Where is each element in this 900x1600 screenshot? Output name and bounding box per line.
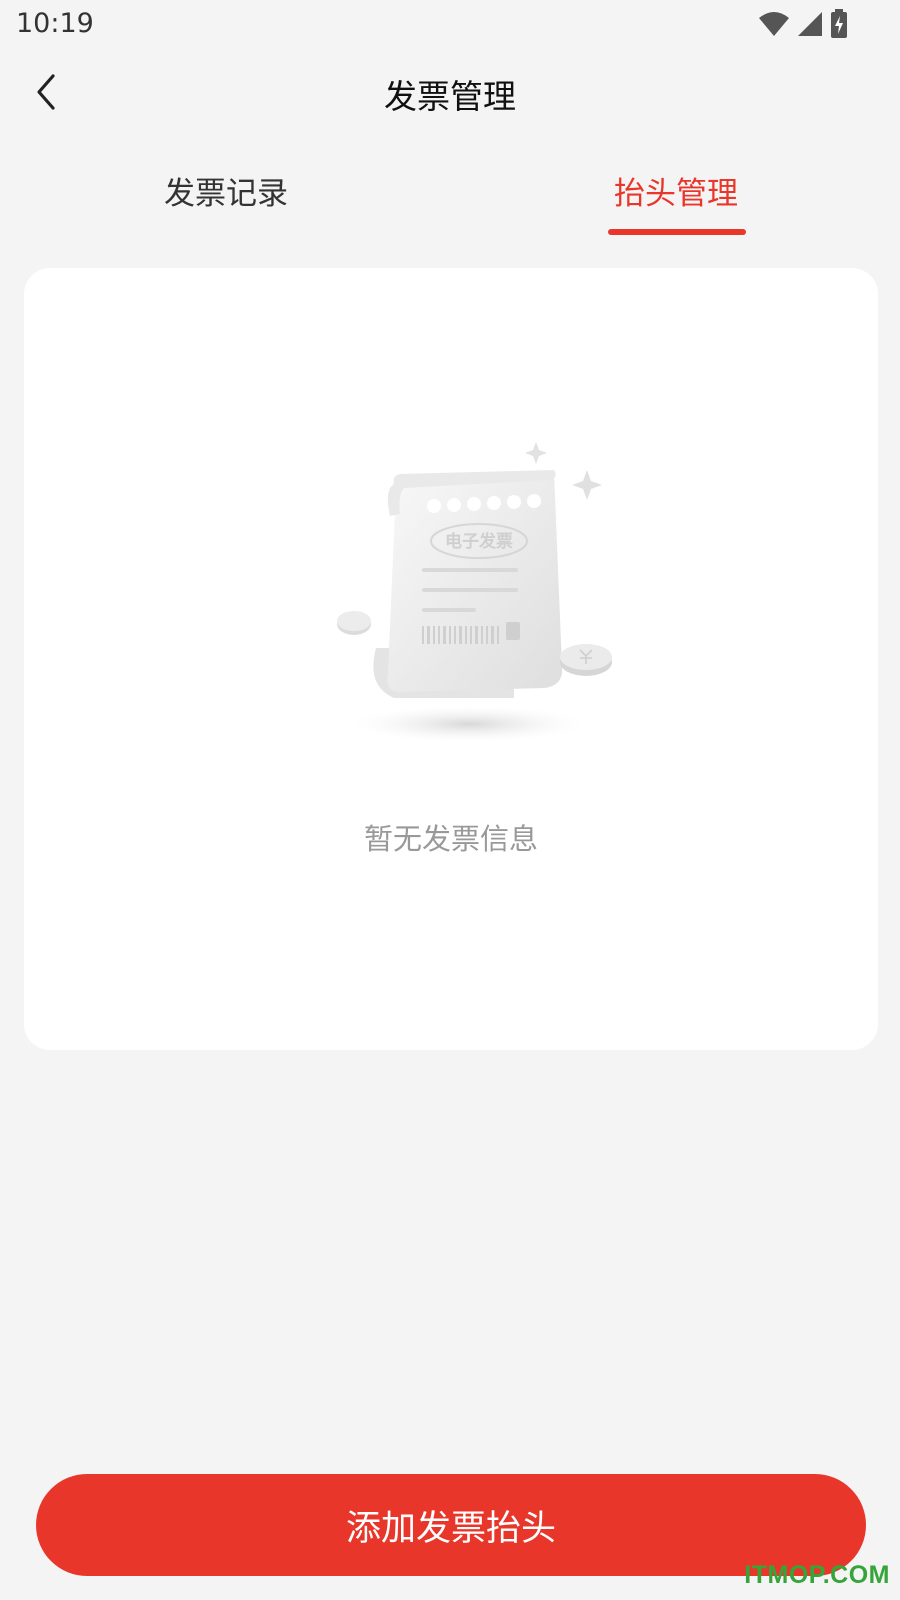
tab-header-management[interactable]: 抬头管理	[526, 168, 826, 213]
empty-state-card: 电子发票 暂无发票信息	[24, 268, 878, 1050]
wifi-icon	[759, 12, 789, 36]
tab-invoice-records[interactable]: 发票记录	[76, 168, 376, 213]
add-invoice-header-button[interactable]: 添加发票抬头	[36, 1474, 866, 1576]
sparkle-icon	[525, 442, 547, 464]
empty-state-message: 暂无发票信息	[363, 822, 538, 856]
header: 发票管理	[0, 50, 900, 134]
tab-bar: 发票记录 抬头管理	[0, 150, 900, 240]
battery-charging-icon	[831, 9, 847, 38]
e-invoice-receipt-illustration: 电子发票	[337, 442, 612, 742]
status-icons	[758, 9, 848, 39]
status-bar: 10:19	[0, 0, 900, 50]
signal-icon	[798, 12, 822, 36]
active-tab-indicator	[608, 229, 746, 235]
svg-text:电子发票: 电子发票	[445, 531, 513, 552]
page-title: 发票管理	[384, 77, 516, 116]
status-time: 10:19	[16, 8, 94, 39]
watermark: ITMOP.COM	[744, 1561, 890, 1589]
sparkle-icon	[572, 470, 602, 500]
